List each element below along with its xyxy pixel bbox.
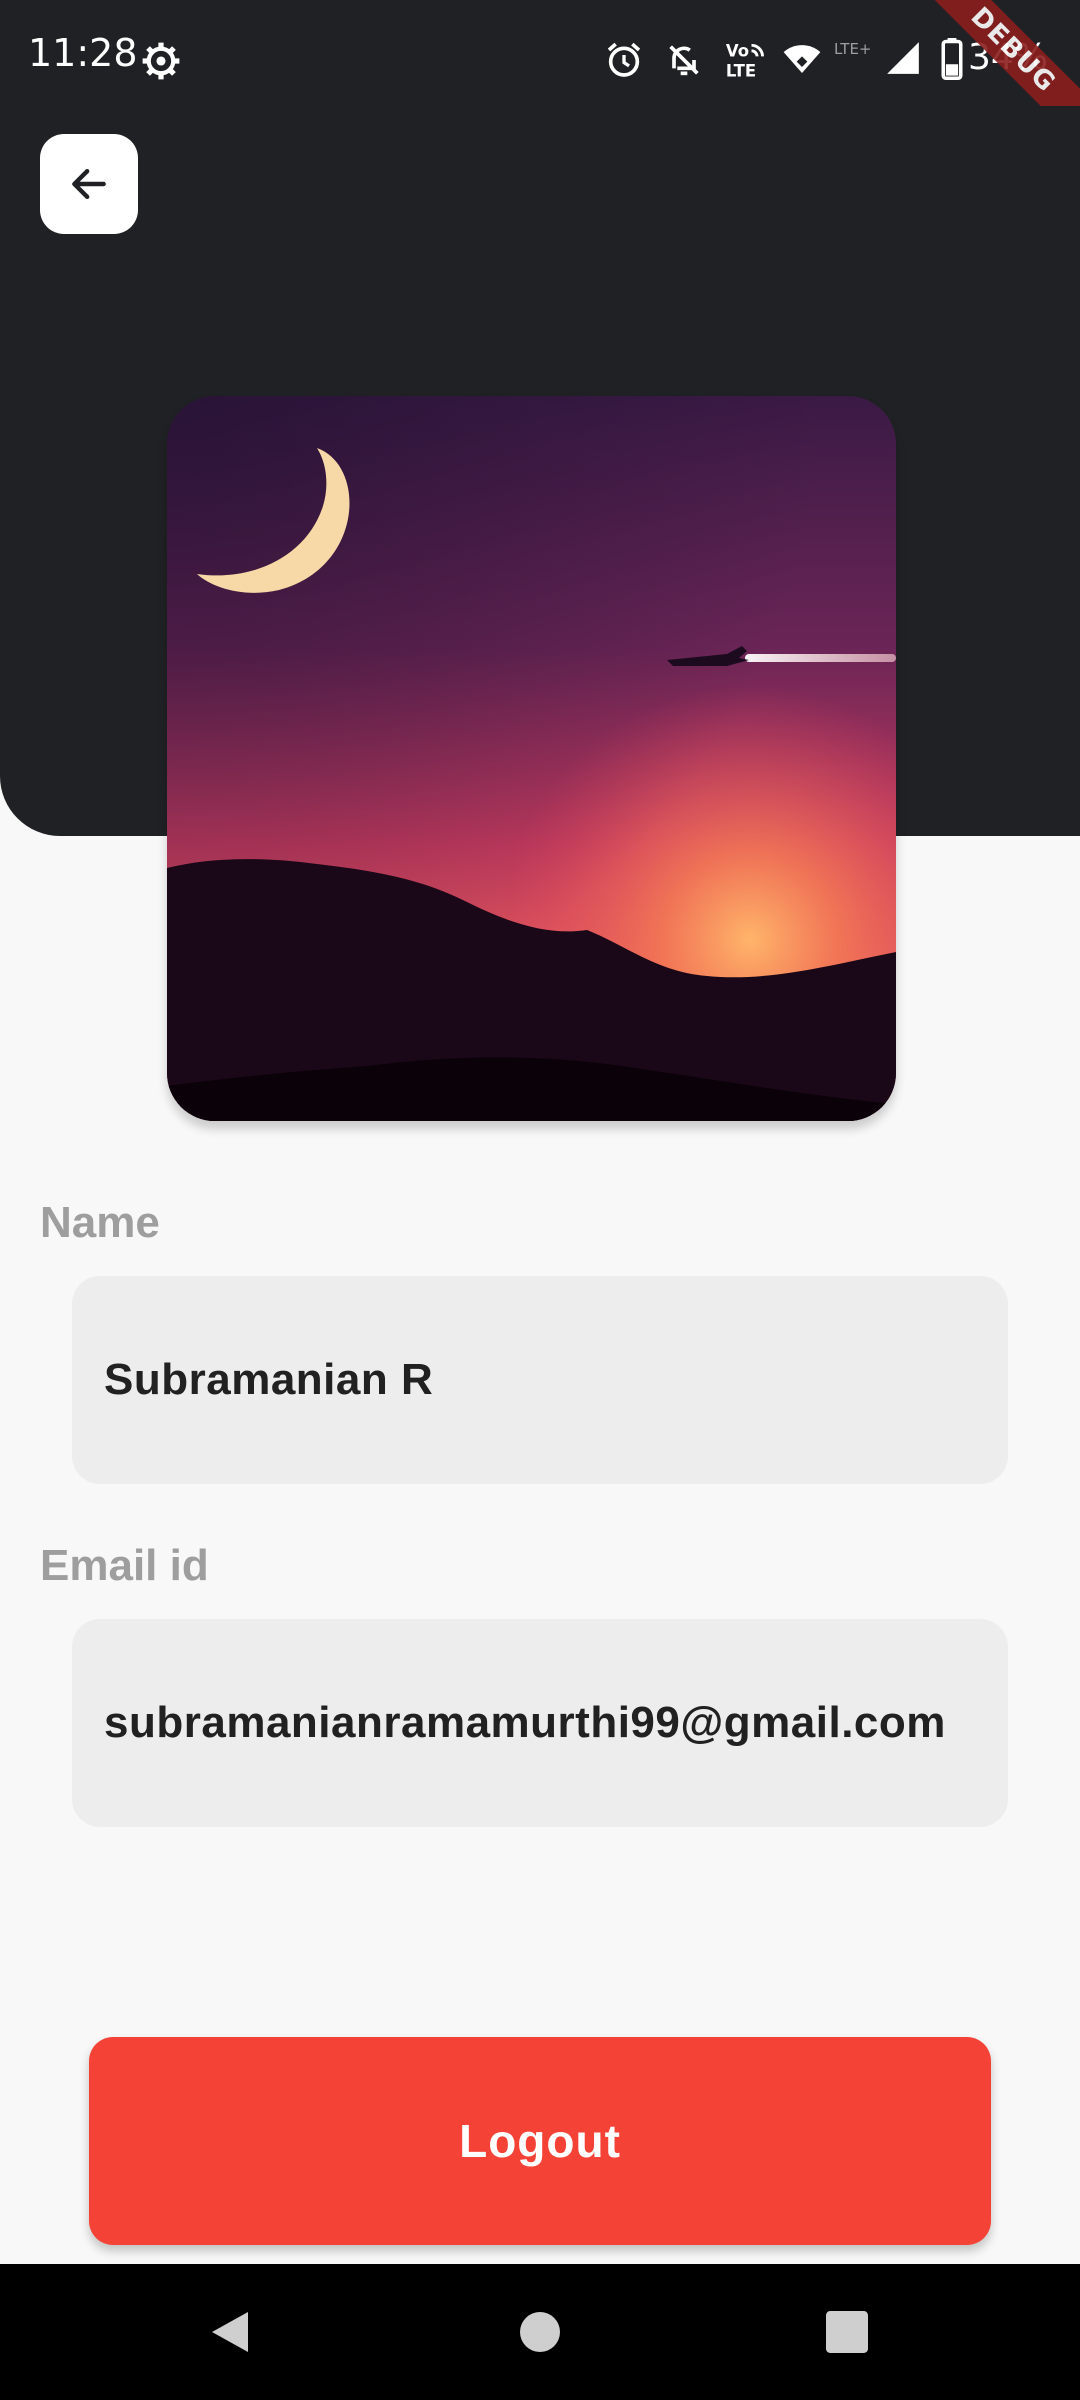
- email-value: subramanianramamurthi99@gmail.com: [104, 1698, 946, 1747]
- name-label: Name: [40, 1198, 160, 1247]
- signal-icon: [887, 42, 919, 74]
- nav-back-button[interactable]: [170, 2264, 290, 2400]
- alarm-icon: [607, 42, 641, 77]
- logout-button[interactable]: Logout: [89, 2037, 991, 2245]
- nav-home-button[interactable]: [480, 2264, 600, 2400]
- settings-icon: [142, 42, 180, 80]
- wifi-icon: [783, 45, 821, 73]
- svg-text:LTE: LTE: [726, 62, 756, 81]
- back-button[interactable]: [40, 134, 138, 234]
- svg-text:Vo: Vo: [726, 41, 749, 60]
- lte-plus-icon: LTE+: [834, 40, 872, 58]
- name-value: Subramanian R: [104, 1355, 434, 1404]
- back-triangle-icon: [212, 2312, 248, 2352]
- name-field[interactable]: Subramanian R: [72, 1276, 1008, 1484]
- home-circle-icon: [520, 2312, 560, 2352]
- email-label: Email id: [40, 1541, 209, 1590]
- svg-text:LTE+: LTE+: [834, 40, 872, 58]
- bell-off-icon: [669, 45, 699, 76]
- recents-square-icon: [826, 2311, 868, 2353]
- nav-recents-button[interactable]: [787, 2264, 907, 2400]
- status-bar: 11:28 Vo LTE LTE+ 34%: [0, 0, 1080, 146]
- volte-icon: Vo LTE: [726, 41, 764, 81]
- profile-image: [167, 396, 896, 1121]
- arrow-left-icon: [72, 168, 106, 200]
- status-time: 11:28: [28, 31, 138, 75]
- battery-icon: [941, 38, 963, 80]
- email-field[interactable]: subramanianramamurthi99@gmail.com: [72, 1619, 1008, 1827]
- system-nav-bar: [0, 2264, 1080, 2400]
